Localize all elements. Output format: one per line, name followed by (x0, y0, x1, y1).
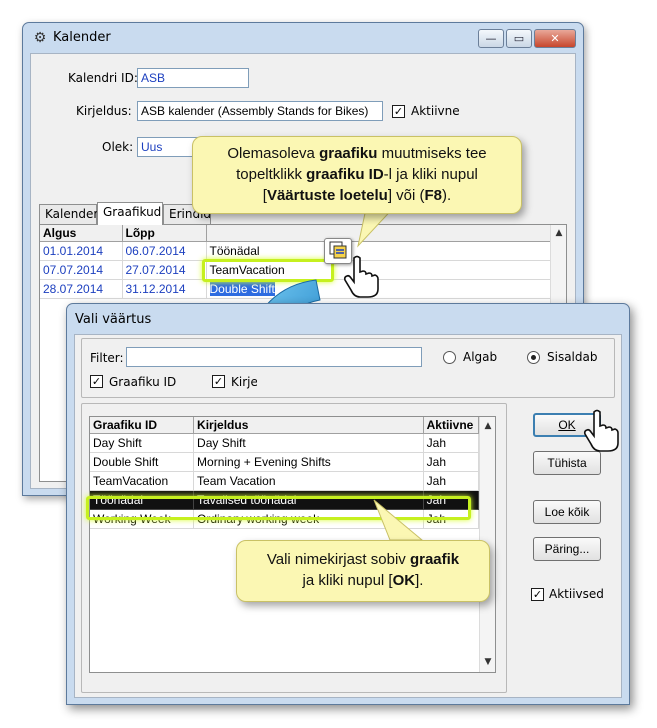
minimize-button[interactable]: — (478, 29, 504, 48)
cell-start[interactable]: 28.07.2014 (40, 279, 123, 299)
cell-end[interactable]: 27.07.2014 (122, 260, 207, 280)
callout-bottom-line-1: Vali nimekirjast sobiv graafik (266, 551, 460, 568)
calendar-gear-icon: ⚙ (33, 30, 47, 46)
filter-input[interactable] (126, 347, 422, 367)
window-title: Kalender (53, 30, 111, 45)
callout-bottom: Vali nimekirjast sobiv graafik ja kliki … (236, 540, 490, 602)
tab-graafikud[interactable]: Graafikud (97, 202, 163, 225)
table-row[interactable]: 01.01.2014 06.07.2014 Töönädal (40, 241, 551, 261)
callout-top-line-3: [Väärtuste loetelu] või (F8). (262, 187, 452, 204)
cell-description[interactable]: Team Vacation (193, 471, 424, 491)
active-checkbox[interactable]: ✓ (392, 105, 405, 118)
cell-description[interactable]: Morning + Evening Shifts (193, 452, 424, 472)
calendar-id-field[interactable]: ASB (137, 68, 249, 88)
dialog-title: Vali väärtus (75, 312, 152, 327)
cell-description[interactable]: Day Shift (193, 433, 424, 453)
close-button[interactable]: ✕ (534, 29, 576, 48)
checkbox-schedule-id-label: Graafiku ID (109, 375, 177, 389)
hand-cursor-icon (343, 255, 379, 298)
cell-schedule-id[interactable]: Double Shift (90, 452, 195, 472)
query-button[interactable]: Päring... (533, 537, 601, 561)
scroll-up-arrow-icon[interactable]: ▲ (551, 228, 567, 238)
column-header-active[interactable]: Aktiivne (423, 417, 480, 434)
table-row[interactable]: TeamVacation Team Vacation Jah (90, 471, 480, 491)
cell-active[interactable]: Jah (423, 471, 480, 491)
radio-contains[interactable] (527, 351, 540, 364)
cell-end[interactable]: 31.12.2014 (122, 279, 207, 299)
load-all-button[interactable]: Loe kõik (533, 500, 601, 524)
cancel-button[interactable]: Tühista (533, 451, 601, 475)
radio-starts-with-label: Algab (463, 350, 498, 364)
maximize-button[interactable]: ▭ (506, 29, 532, 48)
table-row[interactable]: Day Shift Day Shift Jah (90, 433, 480, 453)
cancel-button-label: Tühista (547, 456, 587, 470)
title-bar[interactable]: ⚙ Kalender — ▭ ✕ (23, 23, 583, 53)
cell-start[interactable]: 07.07.2014 (40, 260, 123, 280)
table-row[interactable]: Double Shift Morning + Evening Shifts Ja… (90, 452, 480, 472)
hand-cursor-ok-icon (583, 409, 619, 452)
callout-bottom-line-2: ja kliki nupul [OK]. (302, 572, 424, 589)
callout-top-line-2: topeltklikk graafiku ID-l ja kliki nupul (236, 166, 478, 183)
radio-contains-label: Sisaldab (547, 350, 598, 364)
active-label: Aktiivne (411, 104, 460, 118)
description-label: Kirjeldus: (76, 104, 132, 118)
active-only-checkbox[interactable]: ✓ (531, 588, 544, 601)
calendar-id-label: Kalendri ID: (68, 71, 138, 85)
cell-start[interactable]: 01.01.2014 (40, 241, 123, 261)
description-field[interactable]: ASB kalender (Assembly Stands for Bikes) (137, 101, 383, 121)
state-label: Olek: (102, 140, 134, 154)
column-header-start[interactable]: Algus (40, 225, 123, 242)
cell-active[interactable]: Jah (423, 433, 480, 453)
active-only-label: Aktiivsed (549, 587, 604, 601)
radio-starts-with[interactable] (443, 351, 456, 364)
cell-active[interactable]: Jah (423, 452, 480, 472)
cell-schedule-id[interactable]: TeamVacation (90, 471, 195, 491)
checkbox-description[interactable]: ✓ (212, 375, 225, 388)
cell-schedule-id[interactable]: Day Shift (90, 433, 195, 453)
column-header-end[interactable]: Lõpp (122, 225, 207, 242)
filter-label: Filter: (90, 351, 124, 365)
callout-top: Olemasoleva graafiku muutmiseks tee tope… (192, 136, 522, 214)
scroll-down-arrow-icon[interactable]: ▼ (480, 657, 496, 667)
column-header-description[interactable]: Kirjeldus (193, 417, 424, 434)
column-header-schedule-id[interactable]: Graafiku ID (90, 417, 195, 434)
cell-end[interactable]: 06.07.2014 (122, 241, 207, 261)
callout-top-line-1: Olemasoleva graafiku muutmiseks tee (227, 145, 487, 162)
ok-button-label: OK (558, 418, 576, 432)
tab-kalender[interactable]: Kalender (39, 204, 98, 224)
checkbox-description-label: Kirjeldus (231, 375, 257, 389)
scroll-up-arrow-icon[interactable]: ▲ (480, 421, 496, 431)
checkbox-schedule-id[interactable]: ✓ (90, 375, 103, 388)
